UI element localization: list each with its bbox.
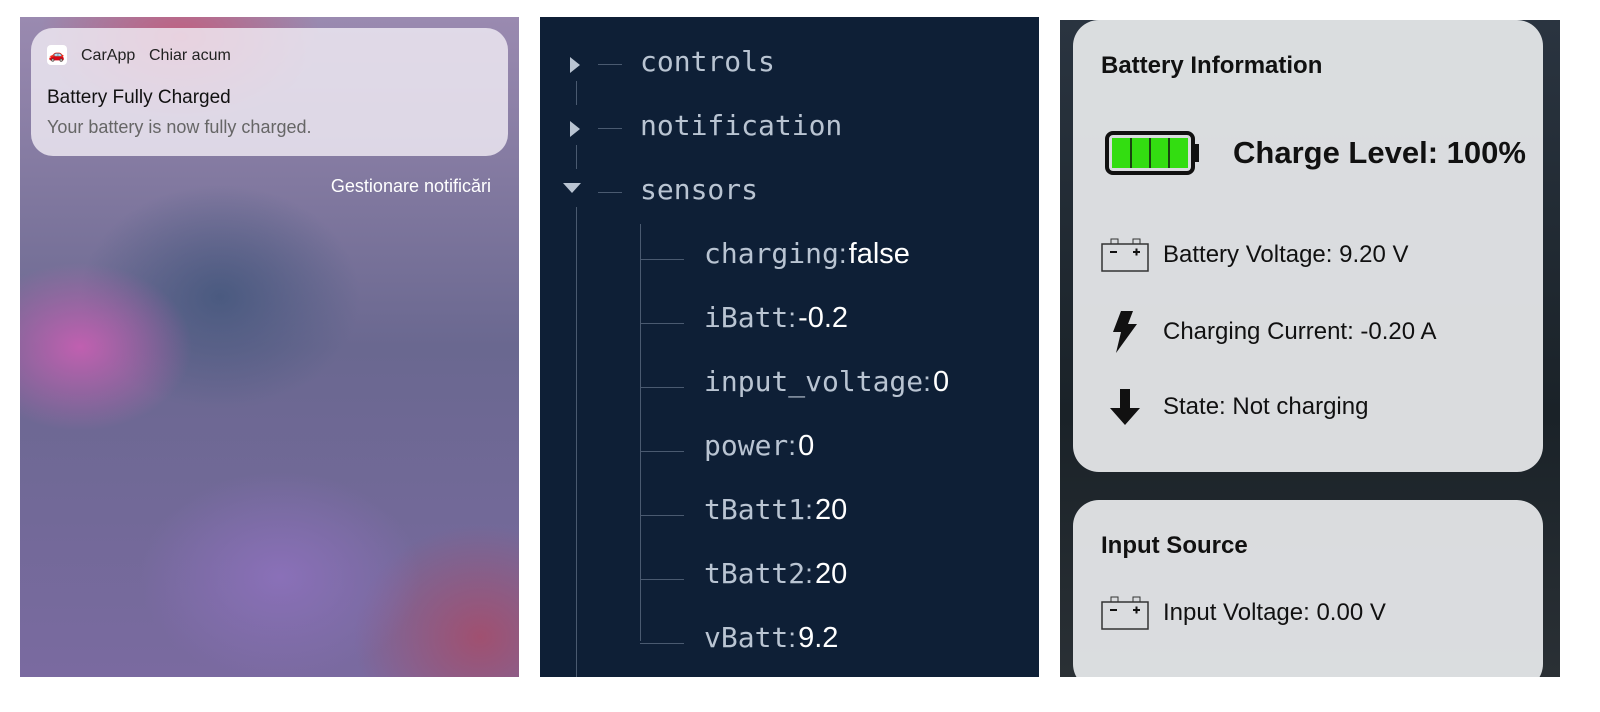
tree-leaf-tbatt1[interactable]: tBatt1:20 [704, 493, 847, 527]
leaf-value: 0 [932, 366, 950, 398]
tree-connector [640, 515, 684, 516]
car-battery-icon [1101, 238, 1149, 272]
card-title: Battery Information [1101, 52, 1323, 79]
leaf-key: vBatt [704, 621, 789, 654]
leaf-value: false [848, 238, 910, 270]
app-name: CarApp [81, 47, 136, 64]
leaf-value: 20 [814, 494, 848, 526]
battery-information-card: Battery Information Charge Level: 100% B… [1073, 20, 1543, 472]
tree-connector [640, 323, 684, 324]
leaf-key: charging [704, 237, 839, 270]
colon: : [788, 430, 797, 461]
leaf-key: tBatt2 [704, 557, 806, 590]
arrow-down-icon [1110, 389, 1140, 425]
tree-leaf-vbatt[interactable]: vBatt:9.2 [704, 621, 838, 655]
leaf-key: iBatt [704, 301, 789, 334]
tree-node-sensors[interactable]: sensors [640, 173, 758, 206]
charging-state: State: Not charging [1163, 393, 1369, 420]
charge-level: Charge Level: 100% [1233, 135, 1526, 170]
tree-leaf-tbatt2[interactable]: tBatt2:20 [704, 557, 847, 591]
battery-dashboard: Battery Information Charge Level: 100% B… [1060, 20, 1560, 677]
expand-caret-icon[interactable] [570, 57, 580, 73]
colon: : [805, 558, 813, 589]
expand-caret-icon[interactable] [570, 121, 580, 137]
tree-leaf-power[interactable]: power:0 [704, 429, 814, 463]
battery-voltage: Battery Voltage: 9.20 V [1163, 241, 1409, 268]
leaf-key: power [704, 429, 789, 462]
input-source-card: Input Source Input Voltage: 0.00 V [1073, 500, 1543, 677]
tree-connector [640, 259, 684, 260]
leaf-value: 20 [814, 558, 848, 590]
notification-screen: 🚗 CarApp Chiar acum Battery Fully Charge… [20, 17, 519, 677]
tree-node-controls[interactable]: controls [640, 45, 775, 78]
notification-card[interactable]: 🚗 CarApp Chiar acum Battery Fully Charge… [31, 28, 508, 156]
leaf-key: input_voltage [704, 365, 924, 398]
notification-body: Your battery is now fully charged. [47, 117, 312, 137]
leaf-value: -0.2 [798, 302, 849, 334]
tree-connector [640, 387, 684, 388]
colon: : [788, 622, 797, 653]
colon: : [838, 238, 847, 269]
input-voltage: Input Voltage: 0.00 V [1163, 599, 1386, 626]
leaf-key: tBatt1 [704, 493, 806, 526]
battery-level-icon [1105, 131, 1199, 175]
tree-connector [640, 579, 684, 580]
collapse-caret-icon[interactable] [563, 183, 581, 193]
tree-leaf-charging[interactable]: charging:false [704, 237, 910, 271]
colon: : [923, 366, 931, 397]
card-title: Input Source [1101, 532, 1248, 559]
tree-connector [640, 643, 684, 644]
car-battery-icon [1101, 596, 1149, 630]
leaf-value: 0 [798, 430, 815, 462]
tree-leaf-input-voltage[interactable]: input_voltage:0 [704, 365, 949, 399]
charging-current: Charging Current: -0.20 A [1163, 318, 1437, 345]
notification-time: Chiar acum [149, 47, 231, 64]
tree-node-notification[interactable]: notification [640, 109, 842, 142]
notification-title: Battery Fully Charged [47, 87, 231, 108]
lightning-icon [1113, 311, 1137, 353]
json-tree-panel: controls notification sensors charging:f… [540, 17, 1039, 677]
leaf-value: 9.2 [798, 622, 839, 654]
tree-leaf-ibatt[interactable]: iBatt:-0.2 [704, 301, 848, 335]
colon: : [788, 302, 797, 333]
manage-notifications-button[interactable]: Gestionare notificări [331, 176, 491, 197]
colon: : [805, 494, 813, 525]
tree-connector [640, 451, 684, 452]
car-icon: 🚗 [47, 45, 67, 65]
